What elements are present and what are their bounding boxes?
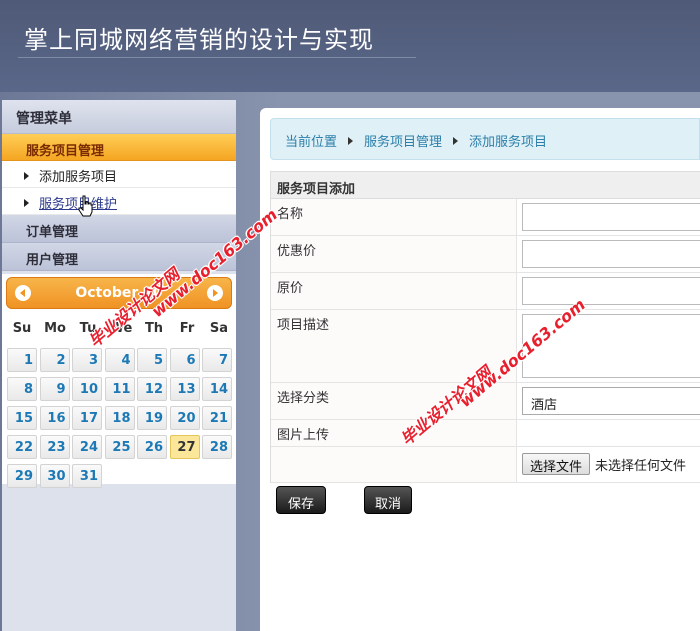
calendar-weekday: Sa: [209, 321, 229, 336]
next-month-icon[interactable]: [207, 285, 223, 301]
form-row-price: 原价: [271, 273, 700, 310]
calendar-weekday: Mo: [44, 321, 66, 336]
menu-service-management[interactable]: 服务项目管理: [2, 134, 236, 161]
category-select[interactable]: 酒店: [522, 387, 700, 415]
service-form: 服务项目添加 名称 优惠价 原价 项目描述 选择分类 酒店 图片上传 选择文件 …: [270, 171, 700, 483]
calendar-weekday: Su: [12, 321, 32, 336]
file-label-cell: [271, 447, 517, 482]
file-status: 未选择任何文件: [595, 459, 687, 474]
arrow-right-icon: [24, 199, 29, 207]
discount-label: 优惠价: [271, 236, 517, 272]
price-label: 原价: [271, 273, 517, 309]
calendar-weekday: Th: [144, 321, 164, 336]
form-row-file: 选择文件 未选择任何文件: [271, 447, 700, 483]
calendar-day-today[interactable]: 27: [169, 435, 200, 459]
calendar-day[interactable]: 4: [104, 348, 135, 372]
calendar-weekday: Fr: [179, 321, 195, 336]
calendar-day[interactable]: 11: [104, 377, 135, 401]
sidebar-item-maintain-service[interactable]: 服务项目维护: [2, 188, 236, 215]
sidebar-item-add-service[interactable]: 添加服务项目: [2, 161, 236, 188]
title-underline: [18, 57, 416, 58]
calendar-day[interactable]: 13: [169, 377, 200, 401]
arrow-right-icon: [453, 137, 459, 145]
calendar-day[interactable]: 1: [7, 348, 37, 372]
calendar-day[interactable]: 6: [169, 348, 200, 372]
calendar-day[interactable]: 19: [137, 406, 167, 430]
breadcrumb-item[interactable]: 添加服务项目: [469, 135, 547, 150]
calendar-day[interactable]: 24: [72, 435, 102, 459]
choose-file-button[interactable]: 选择文件: [522, 453, 590, 475]
calendar-day[interactable]: 9: [39, 377, 70, 401]
calendar-day[interactable]: 25: [104, 435, 135, 459]
image-label: 图片上传: [271, 420, 517, 446]
calendar-day[interactable]: 15: [7, 406, 37, 430]
calendar-day[interactable]: 29: [7, 464, 37, 488]
calendar-day[interactable]: 21: [202, 406, 232, 430]
calendar-day[interactable]: 23: [39, 435, 70, 459]
calendar-day[interactable]: 10: [72, 377, 102, 401]
calendar-day[interactable]: 30: [39, 464, 70, 488]
calendar-day[interactable]: 28: [202, 435, 232, 459]
calendar-day[interactable]: 8: [7, 377, 37, 401]
name-label: 名称: [271, 199, 517, 235]
app-title: 掌上同城网络营销的设计与实现: [24, 26, 374, 54]
calendar-day[interactable]: 26: [137, 435, 167, 459]
calendar-day[interactable]: 20: [169, 406, 200, 430]
form-title: 服务项目添加: [271, 171, 700, 199]
calendar-day[interactable]: 14: [202, 377, 232, 401]
original-price-input[interactable]: [522, 277, 700, 305]
cancel-button[interactable]: 取消: [364, 486, 412, 514]
menu-order-management[interactable]: 订单管理: [2, 215, 236, 243]
breadcrumb-item[interactable]: 服务项目管理: [364, 135, 442, 150]
arrow-right-icon: [24, 172, 29, 180]
sidebar-title: 管理菜单: [2, 100, 236, 134]
calendar-day[interactable]: 16: [39, 406, 70, 430]
calendar-day[interactable]: 2: [39, 348, 70, 372]
sidebar-item-label: 添加服务项目: [39, 170, 118, 185]
breadcrumb: 当前位置 服务项目管理 添加服务项目: [270, 118, 700, 160]
app-header: 掌上同城网络营销的设计与实现: [0, 0, 700, 92]
save-button[interactable]: 保存: [276, 486, 326, 514]
calendar-day[interactable]: 5: [137, 348, 167, 372]
form-row-name: 名称: [271, 199, 700, 236]
calendar-day[interactable]: 12: [137, 377, 167, 401]
discount-price-input[interactable]: [522, 240, 700, 268]
calendar-day[interactable]: 7: [202, 348, 232, 372]
arrow-right-icon: [348, 137, 354, 145]
name-input[interactable]: [522, 203, 700, 231]
calendar-day[interactable]: 18: [104, 406, 135, 430]
calendar-day[interactable]: 22: [7, 435, 37, 459]
breadcrumb-item: 当前位置: [285, 135, 338, 150]
calendar-day[interactable]: 17: [72, 406, 102, 430]
hand-cursor-icon: [78, 195, 93, 217]
form-row-image: 图片上传: [271, 420, 700, 447]
form-row-discount: 优惠价: [271, 236, 700, 273]
calendar-day[interactable]: 31: [72, 464, 102, 488]
